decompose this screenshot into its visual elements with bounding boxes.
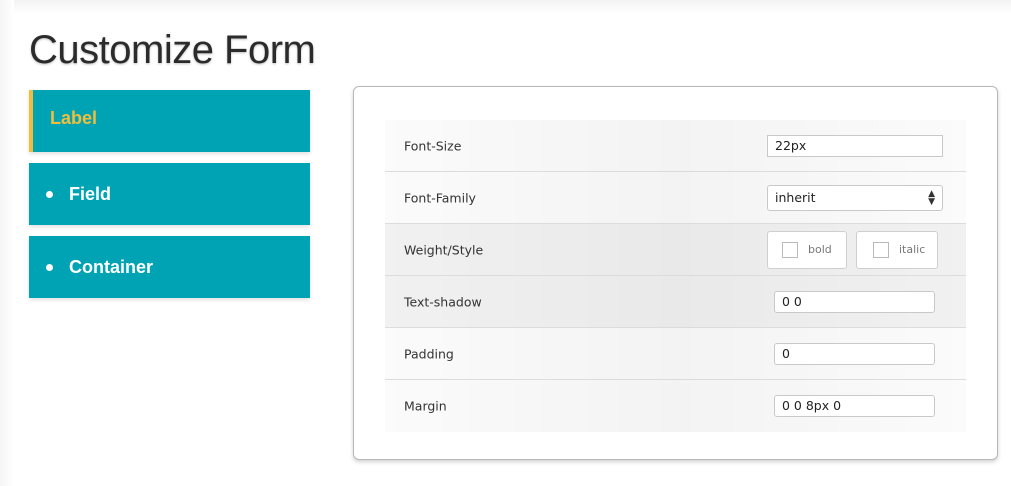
section-nav: Label Field Container [29,90,310,309]
nav-item-container-text: Container [69,256,154,277]
padding-input[interactable]: 0 [774,342,935,365]
settings-rows: Font-Size 22px Font-Family inherit ▲ ▼ We… [385,120,966,432]
margin-input[interactable]: 0 0 8px 0 [774,395,935,417]
font-size-input[interactable]: 22px [767,135,943,157]
font-family-row: Font-Family inherit ▲ ▼ [385,172,966,224]
bullet-icon [46,263,53,271]
margin-row: Margin 0 0 8px 0 [385,380,966,432]
nav-item-label[interactable]: Label [29,90,310,152]
weight-style-label: Weight/Style [404,242,484,257]
left-shade [0,0,14,486]
padding-row: Padding 0 [385,328,966,380]
nav-item-label-text: Label [50,108,98,128]
padding-label: Padding [404,346,454,361]
font-family-value: inherit [775,189,816,205]
font-family-select[interactable]: inherit ▲ ▼ [767,184,943,211]
text-shadow-row: Text-shadow 0 0 [385,276,966,328]
bold-checkbox[interactable] [782,241,798,258]
top-shade [0,0,1011,14]
italic-toggle[interactable]: italic [856,230,938,269]
font-size-row: Font-Size 22px [385,120,966,172]
font-family-label: Font-Family [404,190,476,205]
nav-item-container[interactable]: Container [29,236,310,298]
bold-toggle[interactable]: bold [767,230,847,269]
italic-toggle-label: italic [899,243,926,256]
bold-toggle-label: bold [808,243,832,256]
font-size-label: Font-Size [404,138,462,153]
italic-checkbox[interactable] [873,241,889,258]
text-shadow-label: Text-shadow [404,294,482,309]
nav-item-field[interactable]: Field [29,163,310,225]
select-arrows-icon: ▲ ▼ [928,188,935,207]
weight-style-row: Weight/Style bold italic [385,224,966,276]
margin-label: Margin [404,398,447,414]
bullet-icon [46,190,53,198]
nav-item-field-text: Field [69,183,112,204]
text-shadow-input[interactable]: 0 0 [774,290,935,313]
settings-panel: Font-Size 22px Font-Family inherit ▲ ▼ We… [353,86,998,460]
page-title: Customize Form [29,28,316,72]
